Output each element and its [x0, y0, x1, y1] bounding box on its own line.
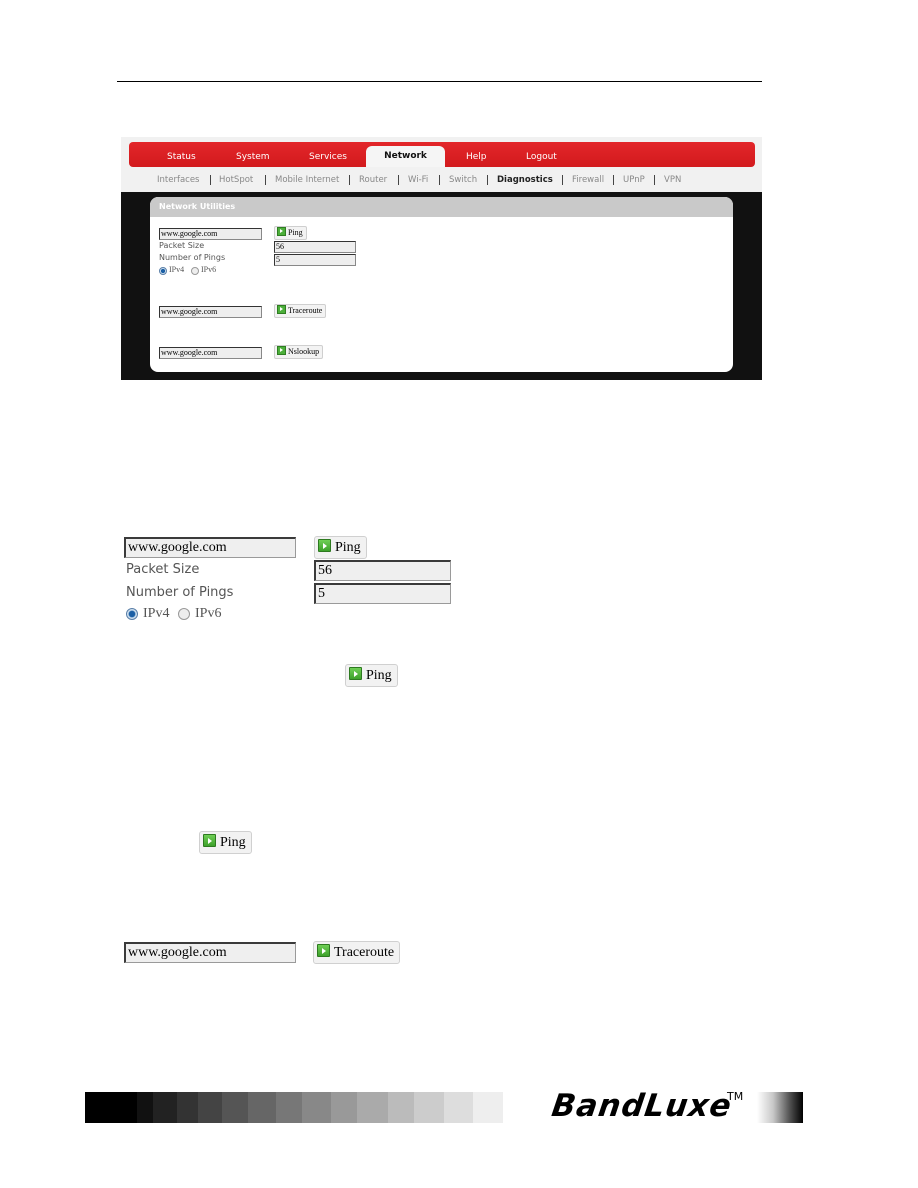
go-icon — [349, 667, 362, 680]
nslookup-button[interactable]: Nslookup — [274, 345, 324, 359]
enlarged-number-of-pings-input[interactable]: 5 — [314, 583, 451, 604]
nslookup-host-input[interactable]: www.google.com — [159, 347, 262, 359]
ipv6-label: IPv6 — [201, 265, 217, 274]
grayscale-swatch — [473, 1092, 503, 1123]
number-of-pings-label: Number of Pings — [159, 253, 226, 262]
grayscale-swatch — [153, 1092, 177, 1123]
subtab-diagnostics[interactable]: Diagnostics — [497, 175, 553, 185]
trademark-mark: TM — [727, 1090, 744, 1103]
subnav-separator — [398, 175, 399, 185]
grayscale-swatch — [357, 1092, 388, 1123]
enlarged-ping-button[interactable]: Ping — [314, 536, 367, 559]
subnav-separator — [439, 175, 440, 185]
router-ui-screenshot: Status System Services Network Help Logo… — [121, 137, 762, 380]
ipv6-radio[interactable] — [191, 267, 199, 275]
tab-services[interactable]: Services — [309, 152, 347, 162]
grayscale-swatch — [302, 1092, 331, 1123]
grayscale-swatch — [222, 1092, 248, 1123]
subnav-separator — [210, 175, 211, 185]
subnav-separator — [562, 175, 563, 185]
subtab-mobile-internet[interactable]: Mobile Internet — [275, 175, 339, 185]
go-icon — [318, 539, 331, 552]
subnav-separator — [487, 175, 488, 185]
tab-status[interactable]: Status — [167, 152, 196, 162]
tab-system[interactable]: System — [236, 152, 270, 162]
grayscale-swatch — [276, 1092, 302, 1123]
ping-host-input[interactable]: www.google.com — [159, 228, 262, 240]
main-nav-bar: Status System Services Network Help Logo… — [129, 142, 755, 167]
number-of-pings-input[interactable]: 5 — [274, 254, 356, 266]
enlarged-ipv4-radio[interactable] — [126, 608, 138, 620]
grayscale-swatch — [331, 1092, 357, 1123]
packet-size-label: Packet Size — [159, 241, 205, 250]
subtab-upnp[interactable]: UPnP — [623, 175, 645, 185]
grayscale-swatch — [137, 1092, 153, 1123]
tab-help[interactable]: Help — [466, 152, 487, 162]
subtab-interfaces[interactable]: Interfaces — [157, 175, 199, 185]
gradient-block — [757, 1092, 803, 1123]
enlarged-ipv6-radio[interactable] — [178, 608, 190, 620]
grayscale-swatch — [388, 1092, 414, 1123]
grayscale-swatch — [248, 1092, 276, 1123]
ping-button-callout[interactable]: Ping — [199, 831, 252, 854]
go-icon — [277, 305, 286, 314]
ping-button[interactable]: Ping — [274, 226, 307, 240]
go-icon — [317, 944, 330, 957]
bandluxe-logo: BandLuxe — [549, 1088, 735, 1124]
grayscale-swatch — [177, 1092, 198, 1123]
subtab-wifi[interactable]: Wi-Fi — [408, 175, 428, 185]
subtab-vpn[interactable]: VPN — [664, 175, 681, 185]
grayscale-swatch — [444, 1092, 473, 1123]
panel-title: Network Utilities — [150, 197, 733, 217]
enlarged-ipv4-label: IPv4 — [143, 606, 170, 621]
network-utilities-panel: Network Utilities www.google.com Ping Pa… — [150, 197, 733, 372]
go-icon — [277, 227, 286, 236]
ping-button-callout[interactable]: Ping — [345, 664, 398, 687]
enlarged-packet-size-input[interactable]: 56 — [314, 560, 451, 581]
go-icon — [203, 834, 216, 847]
go-icon — [277, 346, 286, 355]
sub-nav: Interfaces HotSpot Mobile Internet Route… — [121, 172, 762, 190]
tab-network[interactable]: Network — [366, 146, 445, 167]
subtab-hotspot[interactable]: HotSpot — [219, 175, 253, 185]
grayscale-swatch — [85, 1092, 137, 1123]
traceroute-host-input[interactable]: www.google.com — [159, 306, 262, 318]
subnav-separator — [265, 175, 266, 185]
grayscale-swatch — [414, 1092, 444, 1123]
enlarged-ipv6-label: IPv6 — [195, 606, 222, 621]
subtab-firewall[interactable]: Firewall — [572, 175, 604, 185]
tab-logout[interactable]: Logout — [526, 152, 557, 162]
page-header-rule — [117, 81, 762, 82]
subtab-router[interactable]: Router — [359, 175, 387, 185]
enlarged-number-of-pings-label: Number of Pings — [126, 585, 234, 600]
traceroute-button[interactable]: Traceroute — [274, 304, 327, 318]
enlarged-traceroute-button[interactable]: Traceroute — [313, 941, 401, 964]
subnav-separator — [613, 175, 614, 185]
subnav-separator — [349, 175, 350, 185]
subtab-switch[interactable]: Switch — [449, 175, 477, 185]
ipv4-radio[interactable] — [159, 267, 167, 275]
packet-size-input[interactable]: 56 — [274, 241, 356, 253]
enlarged-packet-size-label: Packet Size — [126, 562, 200, 577]
enlarged-traceroute-host-input[interactable]: www.google.com — [124, 942, 296, 963]
ipv4-label: IPv4 — [169, 265, 185, 274]
grayscale-swatch — [198, 1092, 222, 1123]
subnav-separator — [654, 175, 655, 185]
enlarged-ping-host-input[interactable]: www.google.com — [124, 537, 296, 558]
